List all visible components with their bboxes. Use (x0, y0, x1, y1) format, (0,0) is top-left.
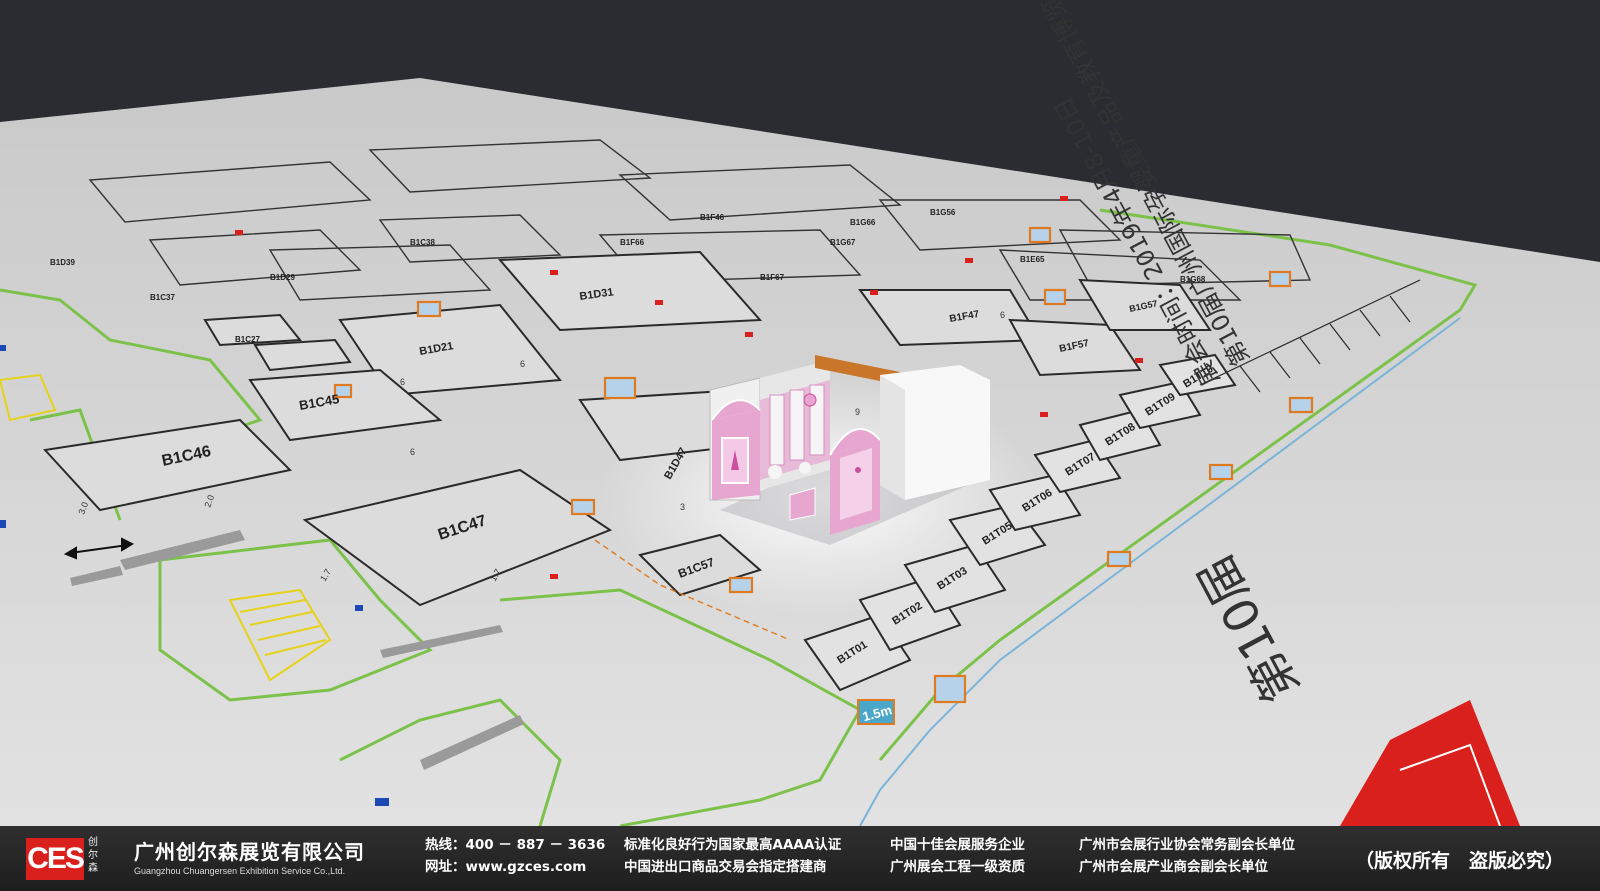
copyright-notice: （版权所有 盗版必究） (1355, 850, 1565, 872)
association-column: 广州市会展行业协会常务副会长单位 广州市会展产业商会副会长单位 (1079, 834, 1295, 878)
booth-label-b1f67: B1F67 (760, 273, 785, 282)
booth-label-b1f66: B1F66 (620, 238, 645, 247)
assoc-2: 广州市会展产业商会副会长单位 (1079, 859, 1268, 875)
footer-bar: CES 创尔森 广州创尔森展览有限公司 Guangzhou Chuangerse… (0, 826, 1600, 891)
booth-label-b1g56: B1G56 (930, 208, 956, 217)
cert-1: 标准化良好行为国家最高AAAA认证 (624, 837, 842, 853)
logo-side-text: 创尔森 (88, 837, 98, 874)
hotline: 热线：400 － 887 － 3636 (425, 837, 606, 853)
assoc-1: 广州市会展行业协会常务副会长单位 (1079, 837, 1295, 853)
booth-label-b1c38: B1C38 (410, 238, 435, 247)
booth-label-b1g67: B1G67 (830, 238, 856, 247)
booth-label-b1f46: B1F46 (700, 213, 725, 222)
svg-text:6: 6 (1000, 310, 1005, 320)
cert-2: 中国进出口商品交易会指定搭建商 (624, 859, 827, 875)
booth-label-b1c37: B1C37 (150, 293, 175, 302)
award-column: 中国十佳会展服务企业 广州展会工程一级资质 (890, 834, 1025, 878)
contact-column: 热线：400 － 887 － 3636 网址：www.gzces.com (425, 834, 605, 878)
svg-text:6: 6 (410, 447, 415, 457)
website: 网址：www.gzces.com (425, 859, 587, 875)
booth-label-b1g66: B1G66 (850, 218, 876, 227)
exhibition-floor-render: B1C46 B1C47 B1C45 B1C57 B1D21 B1D31 B1D4… (0, 0, 1600, 826)
company-name: 广州创尔森展览有限公司 (134, 840, 365, 864)
cert-column: 标准化良好行为国家最高AAAA认证 中国进出口商品交易会指定搭建商 (624, 834, 841, 878)
booth-label-b1e65: B1E65 (1020, 255, 1045, 264)
company-name-en: Guangzhou Chuangersen Exhibition Service… (134, 866, 346, 876)
booth-label-b1d39: B1D39 (50, 258, 75, 267)
booth-label-b1c27: B1C27 (235, 335, 260, 344)
svg-text:9: 9 (855, 407, 860, 417)
svg-text:3: 3 (680, 502, 685, 512)
company-logo: CES (26, 838, 85, 880)
svg-text:6: 6 (520, 359, 525, 369)
booth-label-b1d29: B1D29 (270, 273, 295, 282)
svg-text:6: 6 (400, 377, 405, 387)
award-2: 广州展会工程一级资质 (890, 859, 1025, 875)
award-1: 中国十佳会展服务企业 (890, 837, 1025, 853)
floor-plan-svg: B1C46 B1C47 B1C45 B1C57 B1D21 B1D31 B1D4… (0, 0, 1600, 826)
